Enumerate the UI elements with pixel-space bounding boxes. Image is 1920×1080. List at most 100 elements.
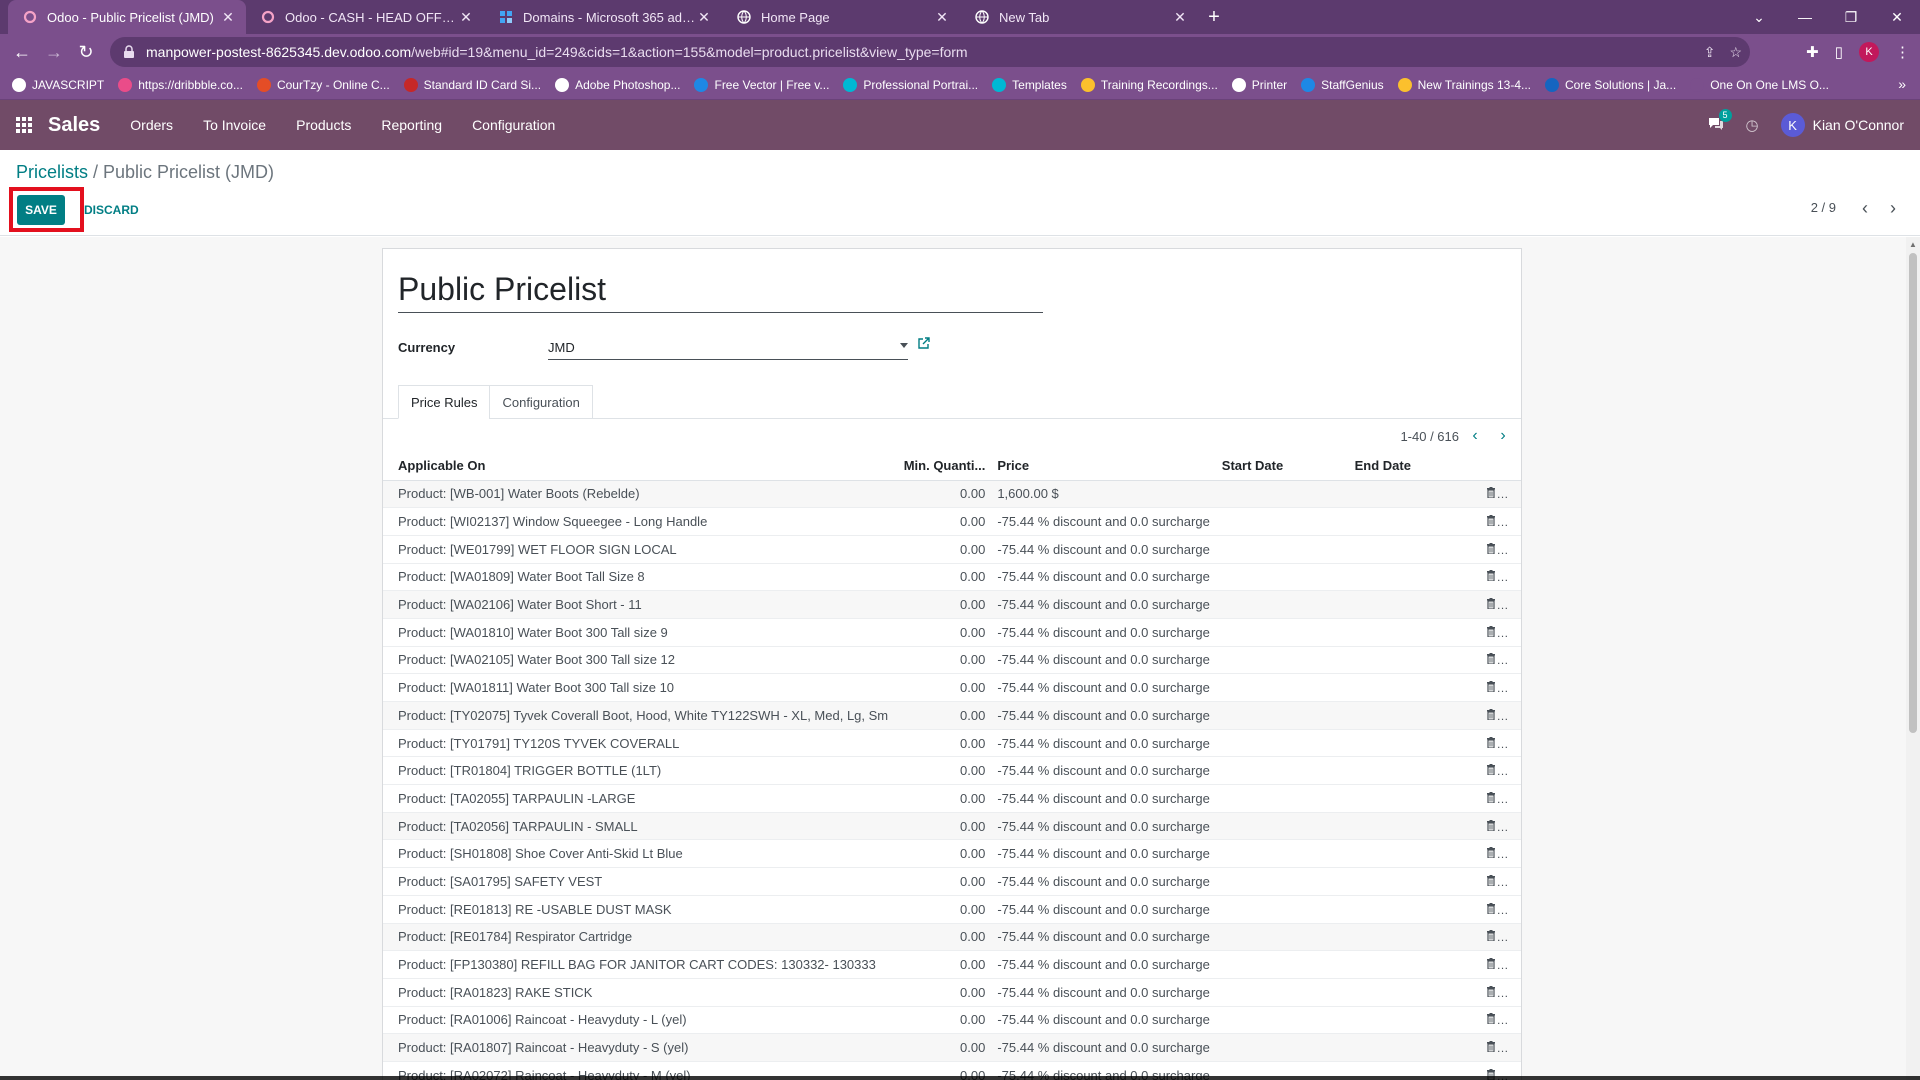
browser-tab[interactable]: New Tab ✕ <box>960 0 1198 34</box>
minimize-button[interactable]: — <box>1782 9 1828 25</box>
cell-applicable-on[interactable]: Product: [FP130380] REFILL BAG FOR JANIT… <box>383 950 895 979</box>
activity-clock-icon[interactable]: ◷ <box>1746 116 1759 134</box>
table-row[interactable]: Product: [RA01807] Raincoat - Heavyduty … <box>383 1033 1521 1062</box>
cell-end-date[interactable] <box>1348 673 1481 702</box>
cell-start-date[interactable] <box>1215 590 1349 619</box>
cell-price[interactable]: -75.44 % discount and 0.0 surcharge <box>991 812 1216 841</box>
new-tab-button[interactable]: + <box>1198 0 1230 34</box>
tab-configuration[interactable]: Configuration <box>489 385 593 419</box>
cell-applicable-on[interactable]: Product: [RE01784] Respirator Cartridge <box>383 923 895 952</box>
cell-end-date[interactable] <box>1348 839 1481 869</box>
cell-price[interactable]: -75.44 % discount and 0.0 surcharge <box>991 673 1216 702</box>
cell-end-date[interactable] <box>1348 1033 1481 1062</box>
table-row[interactable]: Product: [TY01791] TY120S TYVEK COVERALL… <box>383 729 1521 758</box>
cell-start-date[interactable] <box>1215 618 1349 647</box>
table-row[interactable]: Product: [WA02105] Water Boot 300 Tall s… <box>383 646 1521 675</box>
trash-icon[interactable]: … <box>1486 625 1508 640</box>
column-min-quantity[interactable]: Min. Quanti... <box>894 452 992 481</box>
table-row[interactable]: Product: [FP130380] REFILL BAG FOR JANIT… <box>383 950 1521 979</box>
close-tab-icon[interactable]: ✕ <box>458 9 474 26</box>
cell-applicable-on[interactable]: Product: [SH01808] Shoe Cover Anti-Skid … <box>383 839 895 869</box>
trash-icon[interactable]: … <box>1486 874 1508 889</box>
cell-end-date[interactable] <box>1348 895 1481 924</box>
cell-end-date[interactable] <box>1348 950 1481 979</box>
cell-applicable-on[interactable]: Product: [TA02055] TARPAULIN -LARGE <box>383 784 895 813</box>
cell-end-date[interactable] <box>1348 646 1481 675</box>
cell-end-date[interactable] <box>1348 729 1481 758</box>
cell-end-date[interactable] <box>1348 978 1481 1007</box>
bookmark-item[interactable]: https://dribbble.co... <box>118 77 243 92</box>
cell-applicable-on[interactable]: Product: [RE01813] RE -USABLE DUST MASK <box>383 895 895 924</box>
column-start-date[interactable]: Start Date <box>1215 452 1349 481</box>
cell-price[interactable]: -75.44 % discount and 0.0 surcharge <box>991 923 1216 952</box>
bookmark-star-icon[interactable]: ☆ <box>1729 44 1742 61</box>
table-row[interactable]: Product: [RE01813] RE -USABLE DUST MASK 0… <box>383 895 1521 924</box>
cell-price[interactable]: -75.44 % discount and 0.0 surcharge <box>991 978 1216 1007</box>
table-row[interactable]: Product: [SA01795] SAFETY VEST 0.00 -75.44… <box>383 867 1521 896</box>
apps-menu-icon[interactable] <box>0 100 48 150</box>
cell-end-date[interactable] <box>1348 867 1481 896</box>
restore-button[interactable]: ❐ <box>1828 9 1874 26</box>
column-end-date[interactable]: End Date <box>1348 452 1481 481</box>
cell-applicable-on[interactable]: Product: [WA02105] Water Boot 300 Tall s… <box>383 646 895 675</box>
browser-menu-icon[interactable]: ⋮ <box>1895 43 1910 61</box>
trash-icon[interactable]: … <box>1486 598 1508 612</box>
cell-price[interactable]: -75.44 % discount and 0.0 surcharge <box>991 895 1216 924</box>
cell-min-quantity[interactable]: 0.00 <box>894 590 992 619</box>
cell-min-quantity[interactable]: 0.00 <box>894 673 992 702</box>
cell-applicable-on[interactable]: Product: [WA01810] Water Boot 300 Tall s… <box>383 618 895 647</box>
trash-icon[interactable]: … <box>1486 515 1508 529</box>
cell-min-quantity[interactable]: 0.00 <box>894 1033 992 1062</box>
cell-price[interactable]: -75.44 % discount and 0.0 surcharge <box>991 646 1216 675</box>
trash-icon[interactable]: … <box>1486 902 1508 917</box>
cell-end-date[interactable] <box>1348 923 1481 952</box>
table-row[interactable]: Product: [WA01809] Water Boot Tall Size … <box>383 563 1521 592</box>
bookmark-item[interactable]: CourTzy - Online C... <box>256 77 390 92</box>
cell-min-quantity[interactable]: 0.00 <box>894 867 992 896</box>
bookmark-item[interactable]: JAVASCRIPT <box>12 77 104 92</box>
cell-price[interactable]: -75.44 % discount and 0.0 surcharge <box>991 950 1216 979</box>
cell-end-date[interactable] <box>1348 563 1481 592</box>
trash-icon[interactable]: … <box>1486 819 1508 834</box>
menu-orders[interactable]: Orders <box>130 117 173 133</box>
cell-start-date[interactable] <box>1215 923 1349 952</box>
cell-start-date[interactable] <box>1215 895 1349 924</box>
bookmark-item[interactable]: Printer <box>1231 77 1287 92</box>
menu-reporting[interactable]: Reporting <box>381 117 442 133</box>
bookmarks-overflow-icon[interactable]: » <box>1898 76 1906 92</box>
close-tab-icon[interactable]: ✕ <box>220 9 236 26</box>
browser-tab[interactable]: Home Page ✕ <box>722 0 960 34</box>
column-price[interactable]: Price <box>991 452 1216 481</box>
bookmark-item[interactable]: Training Recordings... <box>1080 77 1218 92</box>
extensions-icon[interactable]: ✚ <box>1806 43 1819 61</box>
trash-icon[interactable]: … <box>1486 985 1508 1000</box>
table-row[interactable]: Product: [WE01799] WET FLOOR SIGN LOCAL 0… <box>383 535 1521 564</box>
reload-button[interactable]: ↻ <box>70 36 102 68</box>
table-row[interactable]: Product: [TA02056] TARPAULIN - SMALL 0.00… <box>383 812 1521 841</box>
close-tab-icon[interactable]: ✕ <box>696 9 712 26</box>
bookmark-item[interactable]: New Trainings 13-4... <box>1397 77 1531 92</box>
cell-start-date[interactable] <box>1215 480 1349 509</box>
cell-applicable-on[interactable]: Product: [TY02075] Tyvek Coverall Boot, … <box>383 701 895 730</box>
cell-applicable-on[interactable]: Product: [WE01799] WET FLOOR SIGN LOCAL <box>383 535 895 564</box>
cell-applicable-on[interactable]: Product: [RA01823] RAKE STICK <box>383 978 895 1007</box>
bookmark-item[interactable]: One On One LMS O... <box>1690 77 1829 92</box>
tab-price-rules[interactable]: Price Rules <box>398 385 491 419</box>
list-next-button[interactable]: › <box>1493 425 1513 447</box>
close-window-button[interactable]: ✕ <box>1874 9 1920 26</box>
cell-min-quantity[interactable]: 0.00 <box>894 646 992 675</box>
cell-price[interactable]: 1,600.00 $ <box>991 480 1216 509</box>
cell-price[interactable]: -75.44 % discount and 0.0 surcharge <box>991 1033 1216 1062</box>
profile-avatar[interactable]: K <box>1859 42 1879 62</box>
cell-applicable-on[interactable]: Product: [RA01006] Raincoat - Heavyduty … <box>383 1006 895 1035</box>
cell-end-date[interactable] <box>1348 480 1481 509</box>
user-menu[interactable]: K Kian O'Connor <box>1780 113 1904 137</box>
table-row[interactable]: Product: [TY02075] Tyvek Coverall Boot, … <box>383 701 1521 730</box>
cell-applicable-on[interactable]: Product: [WI02137] Window Squeegee - Lon… <box>383 507 895 536</box>
cell-start-date[interactable] <box>1215 507 1349 536</box>
address-bar[interactable]: manpower-postest-8625345.dev.odoo.com/we… <box>110 37 1750 67</box>
cell-start-date[interactable] <box>1215 535 1349 564</box>
cell-price[interactable]: -75.44 % discount and 0.0 surcharge <box>991 729 1216 758</box>
cell-applicable-on[interactable]: Product: [WA01809] Water Boot Tall Size … <box>383 563 895 592</box>
trash-icon[interactable]: … <box>1486 791 1508 806</box>
